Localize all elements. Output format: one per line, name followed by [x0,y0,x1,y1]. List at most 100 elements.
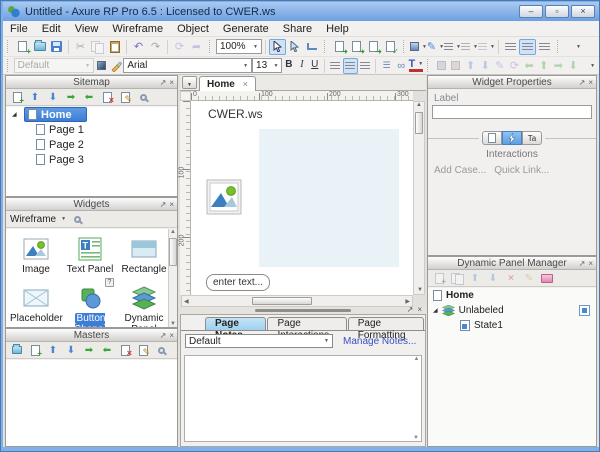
minimize-button[interactable]: – [519,5,543,18]
tab-home[interactable]: Home × [199,76,256,91]
widget-image[interactable]: Image [10,236,62,275]
line-pattern-dropdown[interactable]: ▼ [461,39,478,55]
move-down-button[interactable]: ⬇ [64,343,78,357]
rotate-icon[interactable]: ⟳ [507,58,522,74]
sitemap-item-page2[interactable]: Page 2 [6,137,177,152]
delete-state-button[interactable]: × [504,271,518,285]
indent-button[interactable]: ➡ [64,90,78,104]
toolbar-overflow-button[interactable]: ▼ [564,39,581,55]
move-up-button[interactable]: ⬆ [46,343,60,357]
connector-tool-button[interactable] [303,39,320,55]
search-icon[interactable] [154,343,168,357]
arrow-style-dropdown[interactable]: ▼ [478,39,495,55]
tab-formatting[interactable]: Ta [522,131,542,145]
menu-file[interactable]: File [3,23,35,35]
format-painter-icon[interactable] [109,58,124,74]
canvas-text-widget[interactable]: CWER.ws [208,107,263,121]
new-file-button[interactable]: + [14,39,31,55]
text-align-right-button[interactable] [358,58,373,74]
scroll-down-icon[interactable]: ▼ [417,287,423,293]
group-objects-icon[interactable] [434,58,449,74]
font-family-dropdown[interactable]: Arial ▼ [123,58,252,73]
canvas-horizontal-scrollbar[interactable]: ◀ ▶ [181,295,413,307]
zoom-dropdown[interactable]: 100% ▼ [216,39,262,54]
font-color-dropdown[interactable]: T▼ [409,59,424,72]
scroll-down-icon[interactable]: ▼ [413,435,419,441]
generate-specification-button[interactable]: ➜ [348,39,365,55]
redo-button[interactable]: ↷ [147,39,164,55]
notes-scrollbar[interactable]: ▲ ▼ [412,356,421,441]
menu-share[interactable]: Share [276,23,319,35]
menu-help[interactable]: Help [319,23,356,35]
widget-rectangle[interactable]: Rectangle [118,236,170,275]
widgets-scrollbar[interactable]: ▲ ▼ [168,229,177,327]
search-icon[interactable] [136,90,150,104]
delete-master-button[interactable]: × [118,343,132,357]
scroll-down-icon[interactable]: ▼ [170,321,176,327]
quick-link-link[interactable]: Quick Link... [494,165,549,176]
align-objects-left-icon[interactable]: ⬅ [522,58,537,74]
popout-icon[interactable]: ↗ [160,76,167,89]
style-editor-icon[interactable] [94,58,109,74]
scroll-right-icon[interactable]: ▶ [405,298,410,305]
design-canvas[interactable]: CWER.ws enter text... [191,101,413,295]
popout-icon[interactable]: ↗ [579,76,586,89]
tab-interactions[interactable] [502,131,522,145]
maximize-button[interactable]: ▫ [545,5,569,18]
menu-generate[interactable]: Generate [216,23,276,35]
update-library-icon[interactable]: ⟳ [171,39,188,55]
duplicate-state-button[interactable] [450,271,464,285]
widget-style-dropdown[interactable]: Default ▼ [14,58,94,73]
indent-button[interactable]: ➡ [82,343,96,357]
sitemap-item-page1[interactable]: Page 1 [6,122,177,137]
scrollbar-thumb[interactable] [252,297,312,305]
sitemap-item-page3[interactable]: Page 3 [6,152,177,167]
sitemap-item-home[interactable]: ◢ Home [6,107,177,122]
outdent-button[interactable]: ⬅ [82,90,96,104]
close-icon[interactable]: × [169,198,174,211]
search-icon[interactable] [70,212,84,226]
text-align-center-button[interactable] [343,58,358,74]
dpm-item-unlabeled[interactable]: ◢ Unlabeled [428,303,596,318]
align-objects-top-icon[interactable]: ⬆ [536,58,551,74]
underline-button[interactable]: U [308,58,321,73]
paste-icon[interactable] [106,39,123,55]
dpm-item-home[interactable]: Home [428,288,596,303]
move-down-button[interactable]: ⬇ [486,271,500,285]
line-color-dropdown[interactable]: ✎▼ [427,39,444,55]
tab-list-dropdown[interactable]: ▼ [182,76,197,89]
preview-button[interactable]: ✓ [382,39,399,55]
undo-button[interactable]: ↶ [130,39,147,55]
add-master-button[interactable]: + [28,343,42,357]
text-align-left-button[interactable] [328,58,343,74]
rename-state-button[interactable]: ✎ [522,271,536,285]
bullet-list-button[interactable]: ☰ [379,58,394,74]
notes-splitter[interactable]: ↗ × [180,307,426,314]
canvas-image-widget[interactable] [206,179,242,215]
widget-label-input[interactable] [432,105,592,119]
dpm-item-state1[interactable]: State1 [428,318,596,333]
scrollbar-thumb[interactable] [169,238,177,266]
toolbar-overflow-button[interactable]: ▼ [580,58,595,74]
rename-page-button[interactable]: ✎ [118,90,132,104]
rename-master-button[interactable]: ✎ [136,343,150,357]
align-left-button[interactable] [502,39,519,55]
fill-color-dropdown[interactable]: ▼ [410,39,427,55]
close-icon[interactable]: × [169,329,174,342]
align-right-button[interactable] [536,39,553,55]
expander-icon[interactable]: ◢ [12,111,20,118]
splitter-grip[interactable] [255,309,351,312]
outdent-button[interactable]: ⬅ [100,343,114,357]
tab-page-notes[interactable]: Page Notes [205,317,266,330]
note-set-dropdown[interactable]: Default ▼ [185,334,333,348]
generate-html-button[interactable]: ➜ [365,39,382,55]
popout-icon[interactable]: ↗ [160,198,167,211]
delete-page-button[interactable]: × [100,90,114,104]
edit-points-icon[interactable]: ✎ [492,58,507,74]
menu-view[interactable]: View [68,23,106,35]
masters-list[interactable] [6,360,177,446]
scroll-up-icon[interactable]: ▲ [170,229,176,235]
popout-icon[interactable]: ↗ [407,305,414,314]
bold-button[interactable]: B [282,58,295,73]
close-icon[interactable]: × [588,76,593,89]
